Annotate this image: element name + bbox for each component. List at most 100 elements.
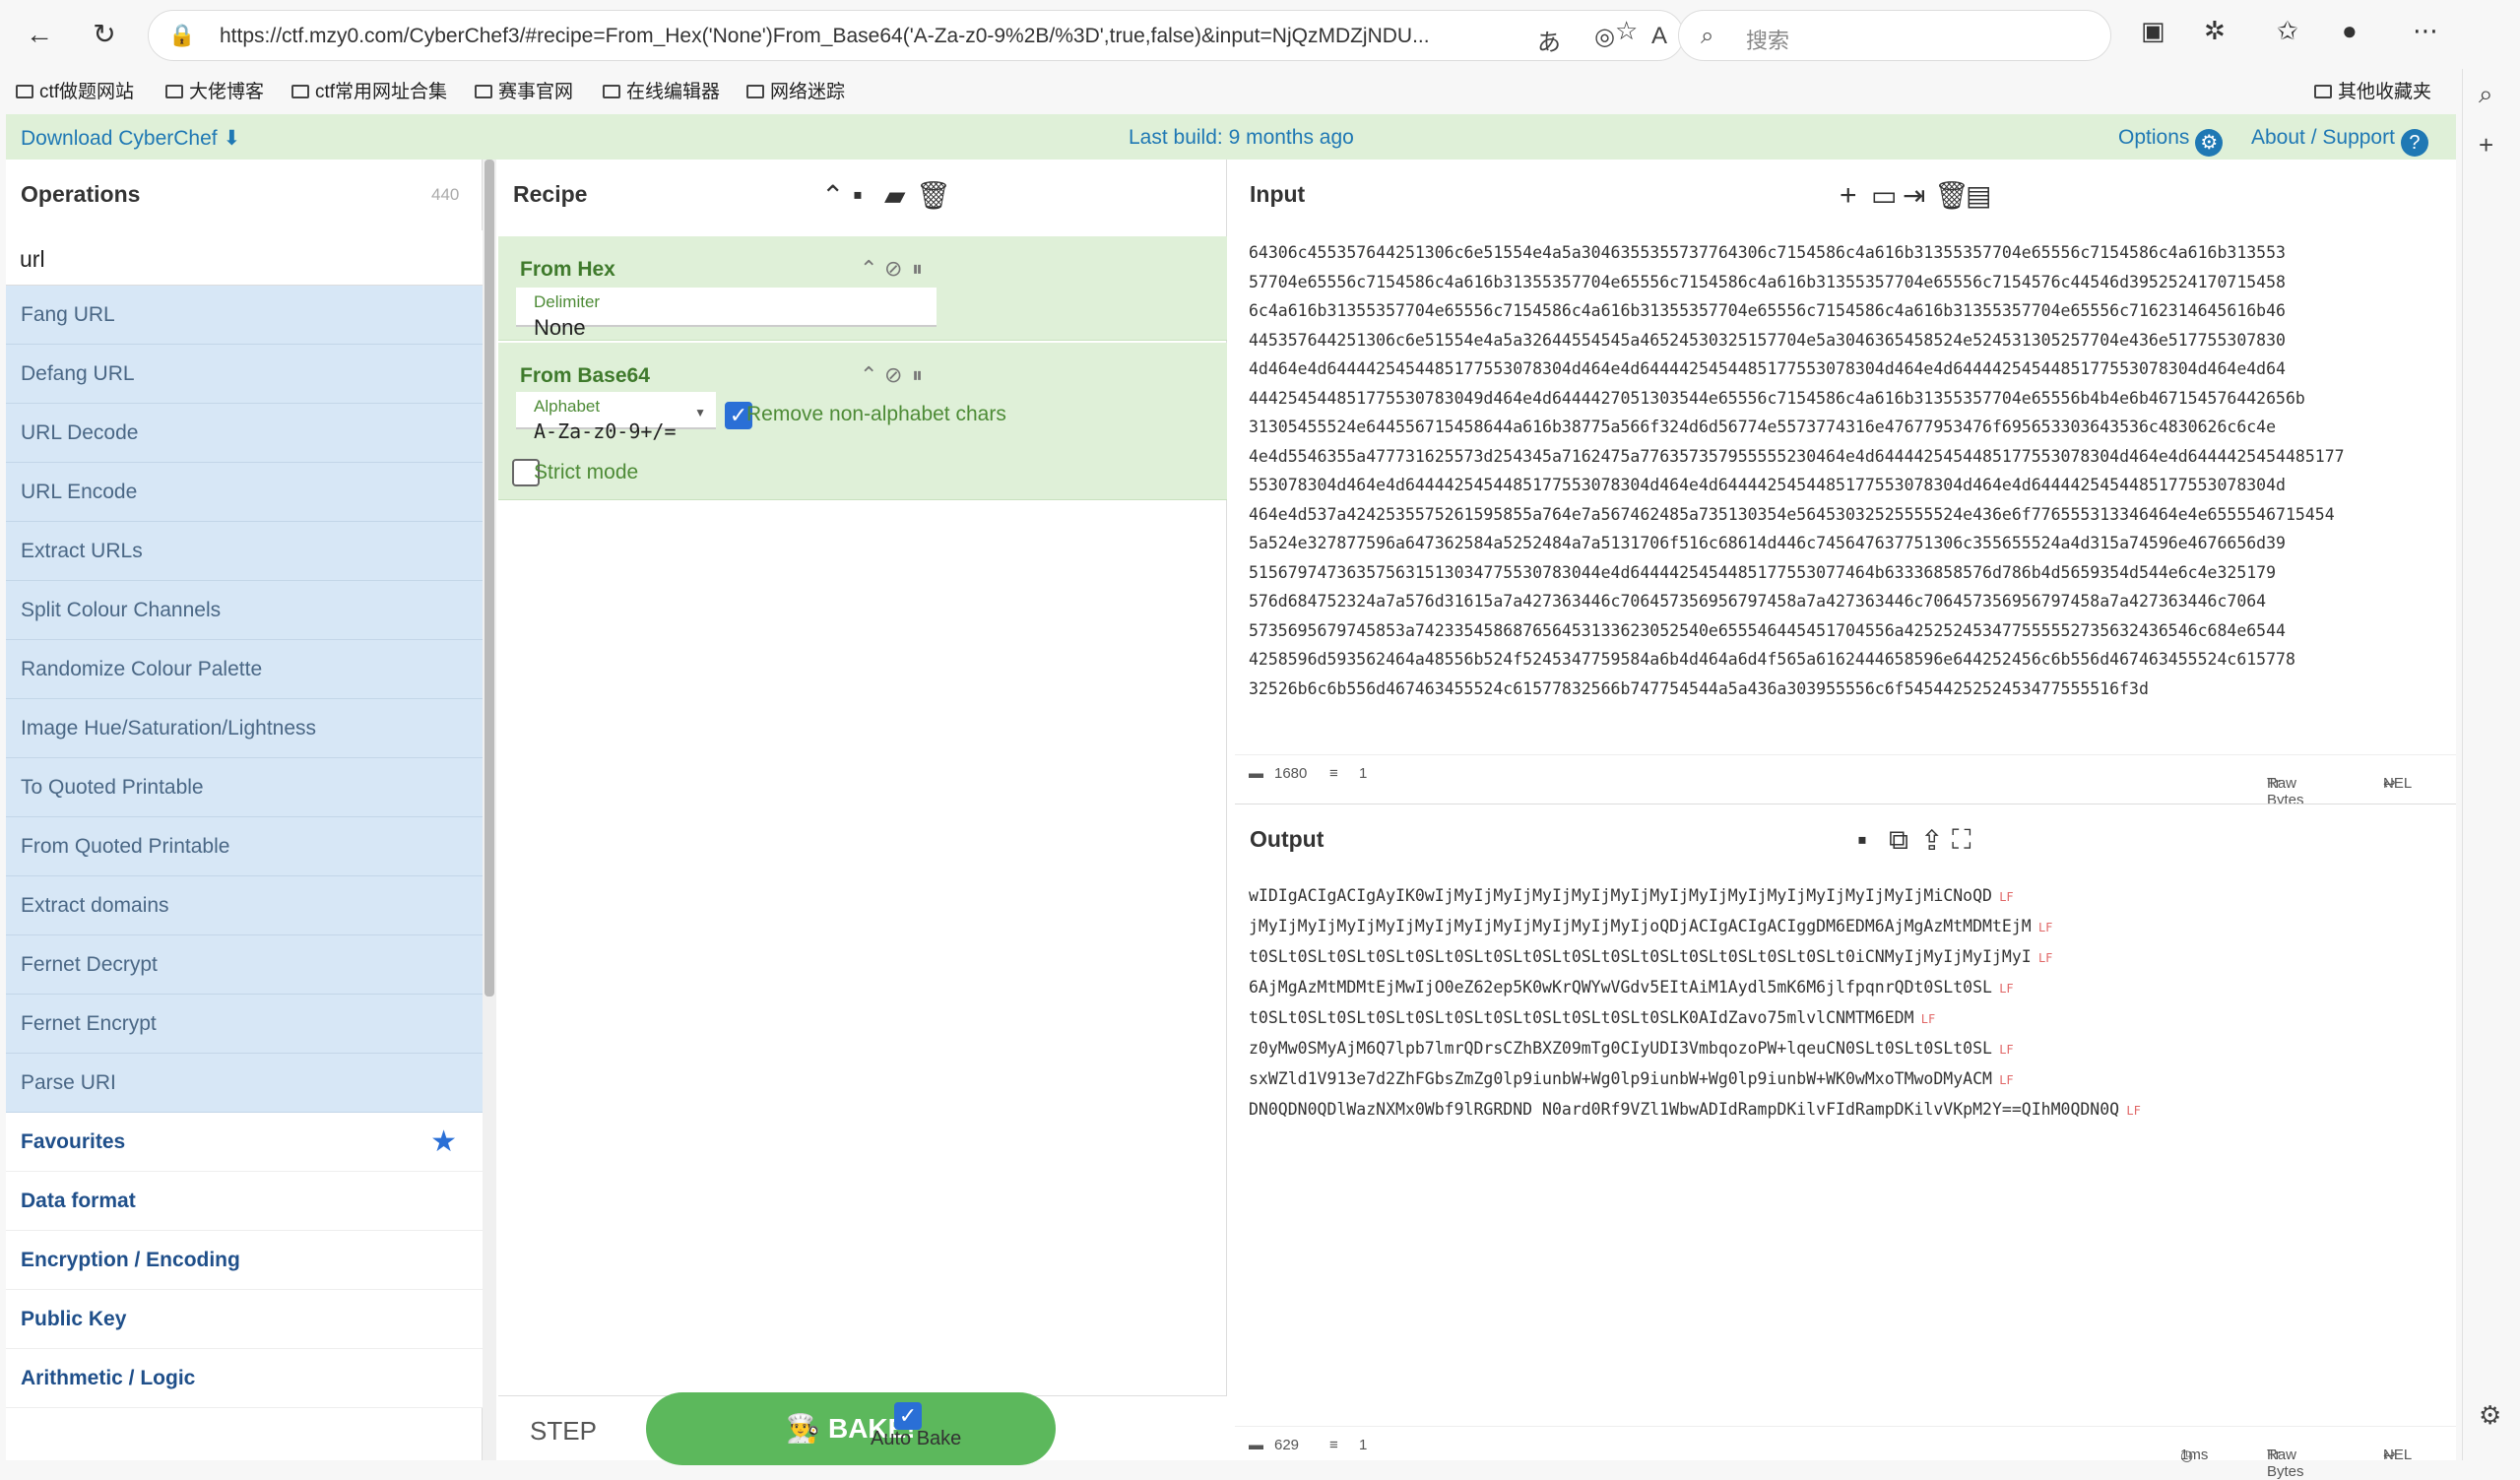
folder-icon <box>746 85 764 98</box>
eol-label: NEL <box>2383 775 2413 792</box>
category-item[interactable]: Data format <box>6 1172 483 1231</box>
favorites-icon[interactable]: ✩ <box>2277 16 2298 46</box>
browser-search-box[interactable]: ⌕ 搜索 <box>1678 10 2111 61</box>
output-line: sxWZld1V913e7d2ZhFGbsZmZg0lp9iunbW+Wg0lp… <box>1249 1064 2450 1095</box>
about-link[interactable]: About / Support? <box>2251 126 2428 157</box>
copy-output-icon[interactable]: ⧉ <box>1889 824 1908 857</box>
collapse-op-icon[interactable]: ⌃ <box>860 362 877 388</box>
category-item[interactable]: Favourites ★ <box>6 1113 483 1172</box>
save-output-icon[interactable]: ▪ <box>1857 824 1867 856</box>
extension-icon[interactable]: ◎ <box>1594 23 1615 51</box>
url-text[interactable]: https://ctf.mzy0.com/CyberChef3/#recipe=… <box>220 25 1539 48</box>
translate-icon[interactable]: あ <box>1537 23 1561 57</box>
operation-item[interactable]: Randomize Colour Palette <box>6 640 483 699</box>
input-line: 576d684752324a7a576d31615a7a427363446c70… <box>1249 592 2267 611</box>
maximise-icon[interactable]: ⛶ <box>1952 824 1971 857</box>
more-menu-icon[interactable]: ⋯ <box>2413 16 2438 46</box>
output-title: Output <box>1250 826 1325 852</box>
recipe-panel: Recipe ⌃ ▪ ▰ 🗑 From Hex ⌃ ⊘ ⏸ Delimiter … <box>498 160 1227 1465</box>
operation-item[interactable]: Extract domains <box>6 876 483 935</box>
operation-item[interactable]: Fang URL <box>6 286 483 345</box>
open-folder-icon[interactable]: ▭ <box>1871 179 1897 212</box>
operation-item[interactable]: Parse URI <box>6 1054 483 1113</box>
input-line: 31305455524e644556715458644a616b38775a56… <box>1249 418 2277 436</box>
operation-item[interactable]: Defang URL <box>6 345 483 404</box>
bookmark-folder[interactable]: ctf做题网站 <box>16 77 134 103</box>
open-file-icon[interactable]: ⇥ <box>1903 179 1925 212</box>
input-char-count: 1680 <box>1274 765 1308 782</box>
ingredient-from-base64: From Base64 ⌃ ⊘ ⏸ Alphabet A-Za-z0-9+/= … <box>498 343 1227 500</box>
step-button[interactable]: STEP <box>530 1416 597 1447</box>
operation-item[interactable]: Fernet Decrypt <box>6 935 483 995</box>
collapse-icon[interactable]: ⌃ <box>821 179 844 212</box>
replace-input-icon[interactable]: ⇪ <box>1920 824 1943 857</box>
folder-icon <box>165 85 183 98</box>
operation-item[interactable]: Extract URLs <box>6 522 483 581</box>
encoding-label: Raw Bytes <box>2267 1447 2304 1480</box>
options-link[interactable]: Options ⚙ <box>2118 126 2224 157</box>
address-bar[interactable]: 🔒 https://ctf.mzy0.com/CyberChef3/#recip… <box>148 10 1684 61</box>
scrollbar-thumb[interactable] <box>485 160 494 997</box>
lines-icon: ≡ <box>1329 765 1338 782</box>
operation-item[interactable]: Image Hue/Saturation/Lightness <box>6 699 483 758</box>
operation-item[interactable]: Split Colour Channels <box>6 581 483 640</box>
input-line: 57704e65556c7154586c4a616b31355357704e65… <box>1249 272 2286 291</box>
layout-icon[interactable]: ▤ <box>1966 179 1991 212</box>
output-panel: Output ▪ ⧉ ⇪ ⛶ wIDIgACIgACIgAyIK0wIjMyIj… <box>1235 804 2456 1480</box>
operations-scrollbar[interactable] <box>483 160 496 1460</box>
bookmark-folder[interactable]: 赛事官网 <box>475 77 573 103</box>
pause-op-icon[interactable]: ⏸ <box>912 256 923 282</box>
bookmark-folder[interactable]: 网络迷踪 <box>746 77 845 103</box>
bookmark-label: 大佬博客 <box>189 82 265 102</box>
bake-button[interactable]: 👨‍🍳 BAKE! <box>646 1392 1056 1465</box>
save-icon[interactable]: ▪ <box>853 179 863 211</box>
other-bookmarks[interactable]: 其他收藏夹 <box>2314 77 2431 103</box>
gear-icon: ⚙ <box>2195 129 2224 157</box>
clear-trash-icon[interactable]: 🗑 <box>916 179 951 212</box>
download-link[interactable]: Download CyberChef ⬇ <box>21 126 240 151</box>
search-icon[interactable]: ⌕ <box>2479 79 2493 110</box>
category-item[interactable]: Encryption / Encoding <box>6 1231 483 1290</box>
delimiter-field[interactable]: Delimiter None <box>516 288 937 340</box>
input-line: 5a524e327877596a647362584a5252484a7a5131… <box>1249 534 2286 552</box>
line-feed-marker: LF <box>1991 982 2014 996</box>
collapse-op-icon[interactable]: ⌃ <box>860 256 877 282</box>
category-item[interactable]: Arithmetic / Logic <box>6 1349 483 1408</box>
auto-bake-checkbox[interactable]: ✓ <box>894 1402 922 1430</box>
bookmark-label: 网络迷踪 <box>770 82 846 102</box>
clear-input-trash-icon[interactable]: 🗑 <box>1934 179 1970 212</box>
extensions-puzzle-icon[interactable]: ✲ <box>2204 16 2226 46</box>
pause-op-icon[interactable]: ⏸ <box>912 362 923 388</box>
add-tab-icon[interactable]: + <box>1840 179 1857 213</box>
operation-item[interactable]: To Quoted Printable <box>6 758 483 817</box>
bookmark-folder[interactable]: 在线编辑器 <box>603 77 720 103</box>
profile-icon[interactable]: ● <box>2342 16 2358 46</box>
output-line-text: wIDIgACIgACIgAyIK0wIjMyIjMyIjMyIjMyIjMyI… <box>1249 886 1992 905</box>
operation-item[interactable]: URL Decode <box>6 404 483 463</box>
alphabet-select[interactable]: Alphabet A-Za-z0-9+/= ▼ <box>516 392 716 443</box>
output-textarea[interactable]: wIDIgACIgACIgAyIK0wIjMyIjMyIjMyIjMyIjMyI… <box>1249 881 2450 1126</box>
delimiter-label: Delimiter <box>534 292 601 311</box>
operations-search-input[interactable]: url <box>6 230 483 286</box>
back-icon[interactable]: ← <box>20 15 59 54</box>
add-icon[interactable]: + <box>2479 130 2493 161</box>
bookmark-folder[interactable]: ctf常用网址合集 <box>291 77 447 103</box>
output-line: jMyIjMyIjMyIjMyIjMyIjMyIjMyIjMyIjMyIjMyI… <box>1249 912 2450 942</box>
disable-op-icon[interactable]: ⊘ <box>884 256 902 282</box>
operation-item[interactable]: From Quoted Printable <box>6 817 483 876</box>
category-item[interactable]: Public Key <box>6 1290 483 1349</box>
settings-gear-icon[interactable]: ⚙ <box>2479 1400 2501 1431</box>
category-label: Encryption / Encoding <box>21 1249 240 1271</box>
disable-op-icon[interactable]: ⊘ <box>884 362 902 388</box>
input-line: 5735695679745853a74233545868765645313362… <box>1249 620 2286 640</box>
operation-item[interactable]: URL Encode <box>6 463 483 522</box>
bookmark-folder[interactable]: 大佬博客 <box>165 77 264 103</box>
favorite-star-icon[interactable]: ☆ <box>1615 16 1638 46</box>
media-icon[interactable]: ▣ <box>2141 16 2165 46</box>
folder-icon <box>16 85 33 98</box>
input-textarea[interactable]: 64306c455357644251306c6e51554e4a5a304635… <box>1249 238 2450 703</box>
operation-item[interactable]: Fernet Encrypt <box>6 995 483 1054</box>
load-folder-icon[interactable]: ▰ <box>884 179 906 212</box>
refresh-icon[interactable]: ↻ <box>85 15 124 54</box>
read-aloud-icon[interactable]: A <box>1651 23 1667 50</box>
